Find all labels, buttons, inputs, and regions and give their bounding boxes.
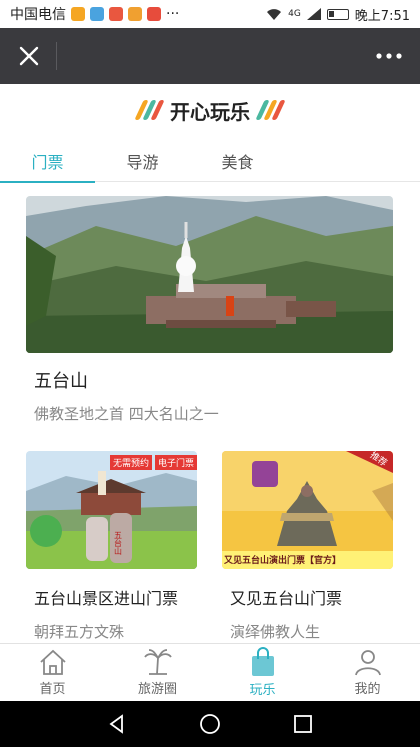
back-button[interactable] <box>102 709 132 739</box>
nav-label: 旅游圈 <box>137 682 177 697</box>
wifi-icon <box>267 8 282 20</box>
carrier-name: 中国电信 <box>10 7 66 23</box>
close-icon <box>19 46 39 66</box>
close-button[interactable] <box>16 43 42 69</box>
featured-subtitle: 佛教圣地之首 四大名山之一 <box>34 405 219 423</box>
tab-guide[interactable]: 导游 <box>95 140 190 182</box>
bottom-nav: 首页 旅游圈 玩乐 我的 <box>0 643 420 701</box>
page-header: 开心玩乐 <box>0 84 420 136</box>
title-decoration-left <box>134 100 165 120</box>
product-image <box>222 451 393 569</box>
play-app-icon <box>90 7 104 21</box>
shopping-bag-icon <box>251 647 274 676</box>
nav-item-play[interactable]: 玩乐 <box>210 644 315 701</box>
svg-text:五台山: 五台山 <box>114 531 123 556</box>
clock: 晚上7:51 <box>354 8 410 24</box>
product-subtitle: 演绎佛教人生 <box>230 623 321 641</box>
nav-label: 玩乐 <box>249 683 276 698</box>
nav-item-mine[interactable]: 我的 <box>315 644 420 701</box>
badge-group: 无需预约 电子门票 <box>110 455 197 470</box>
tab-label: 美食 <box>221 153 254 172</box>
title-bar <box>0 28 420 84</box>
map-app-icon <box>147 7 161 21</box>
nav-label: 首页 <box>39 682 66 697</box>
tab-label: 导游 <box>126 153 159 172</box>
nav-item-travel-circle[interactable]: 旅游圈 <box>105 644 210 701</box>
more-button[interactable] <box>374 43 404 69</box>
badge-e-ticket: 电子门票 <box>155 455 197 470</box>
home-circle-icon <box>200 714 220 734</box>
recents-square-icon <box>294 715 313 733</box>
headline-app-icon <box>109 7 123 21</box>
product-subtitle: 朝拜五方文殊 <box>34 623 125 641</box>
more-notifications: ··· <box>166 6 180 22</box>
network-type: 4G <box>288 9 301 19</box>
back-triangle-icon <box>109 714 123 734</box>
heart-app-icon <box>71 7 85 21</box>
home-icon <box>39 649 66 675</box>
user-icon <box>354 650 381 676</box>
title-divider <box>56 42 57 70</box>
page-title: 开心玩乐 <box>170 99 250 124</box>
status-right: 4G 晚上7:51 <box>266 5 410 24</box>
nav-label: 我的 <box>354 682 381 697</box>
home-system-button[interactable] <box>195 709 225 739</box>
category-tabs: 门票 导游 美食 <box>0 140 420 183</box>
tab-food[interactable]: 美食 <box>190 140 285 182</box>
product-card[interactable]: 推荐 又见五台山演出门票【官方】 又见五台山门票 演绎佛教人生 <box>222 450 393 642</box>
featured-name: 五台山 <box>34 371 88 392</box>
product-card[interactable]: 五台山 无需预约 电子门票 五台山景区进山门票 朝拜五方文殊 <box>26 451 197 642</box>
badge-no-reservation: 无需预约 <box>110 455 152 470</box>
featured-attraction[interactable]: 五台山 佛教圣地之首 四大名山之一 <box>26 196 393 424</box>
product-name: 又见五台山门票 <box>230 589 343 608</box>
tab-label: 门票 <box>31 153 64 172</box>
battery-icon <box>326 8 349 20</box>
recents-button[interactable] <box>288 709 318 739</box>
palm-tree-icon <box>143 649 172 675</box>
featured-image <box>26 196 393 353</box>
status-bar: 中国电信 ··· 4G 晚上7:51 <box>0 0 420 28</box>
system-nav-bar <box>0 701 420 747</box>
more-dots-icon <box>376 53 402 59</box>
status-left: 中国电信 ··· <box>10 4 179 24</box>
nav-item-home[interactable]: 首页 <box>0 644 105 701</box>
poster-banner: 又见五台山演出门票【官方】 <box>224 556 342 566</box>
signal-icon <box>306 8 321 20</box>
tab-tickets[interactable]: 门票 <box>0 140 95 183</box>
weibo-app-icon <box>128 7 142 21</box>
product-name: 五台山景区进山门票 <box>34 589 179 608</box>
title-decoration-right <box>255 100 286 120</box>
